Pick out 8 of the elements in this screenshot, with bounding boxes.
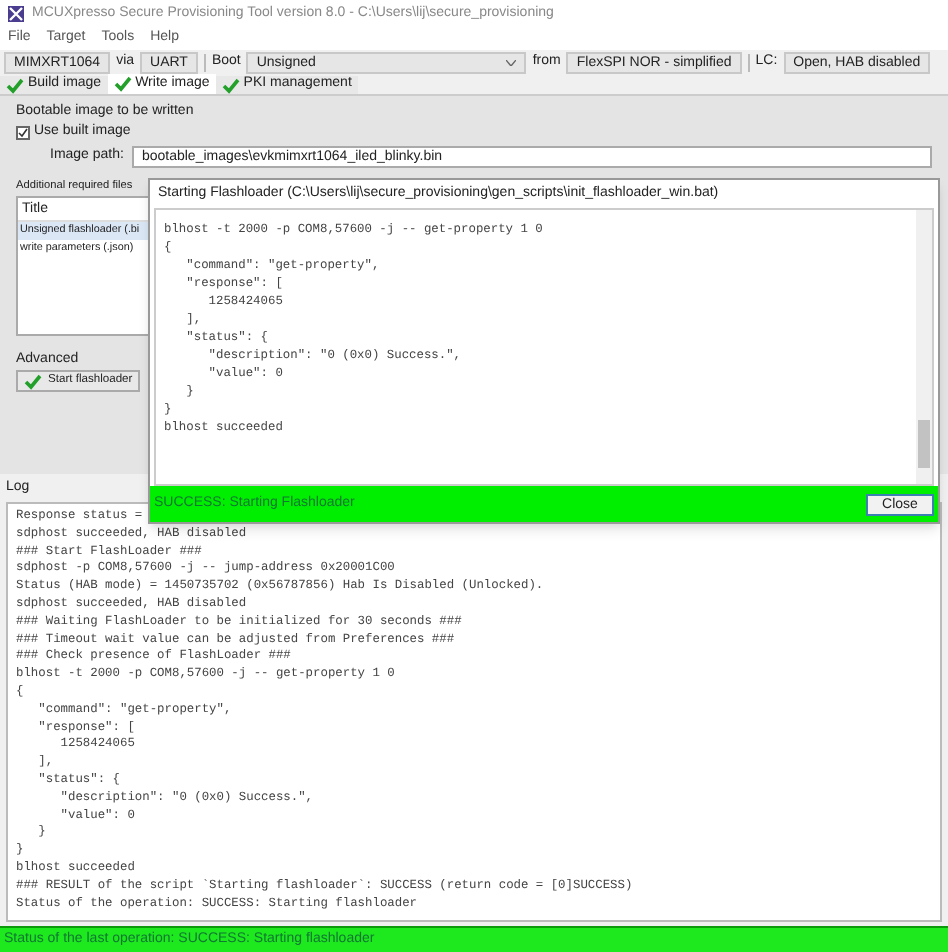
vertical-scrollbar[interactable]: [916, 210, 932, 484]
check-icon: [221, 77, 240, 93]
checkbox[interactable]: [16, 125, 30, 139]
check-icon: [113, 76, 132, 92]
caret-icon: [506, 59, 517, 65]
check-icon: [24, 373, 42, 389]
check-icon: [6, 77, 24, 93]
app-logo-icon: [8, 6, 24, 22]
